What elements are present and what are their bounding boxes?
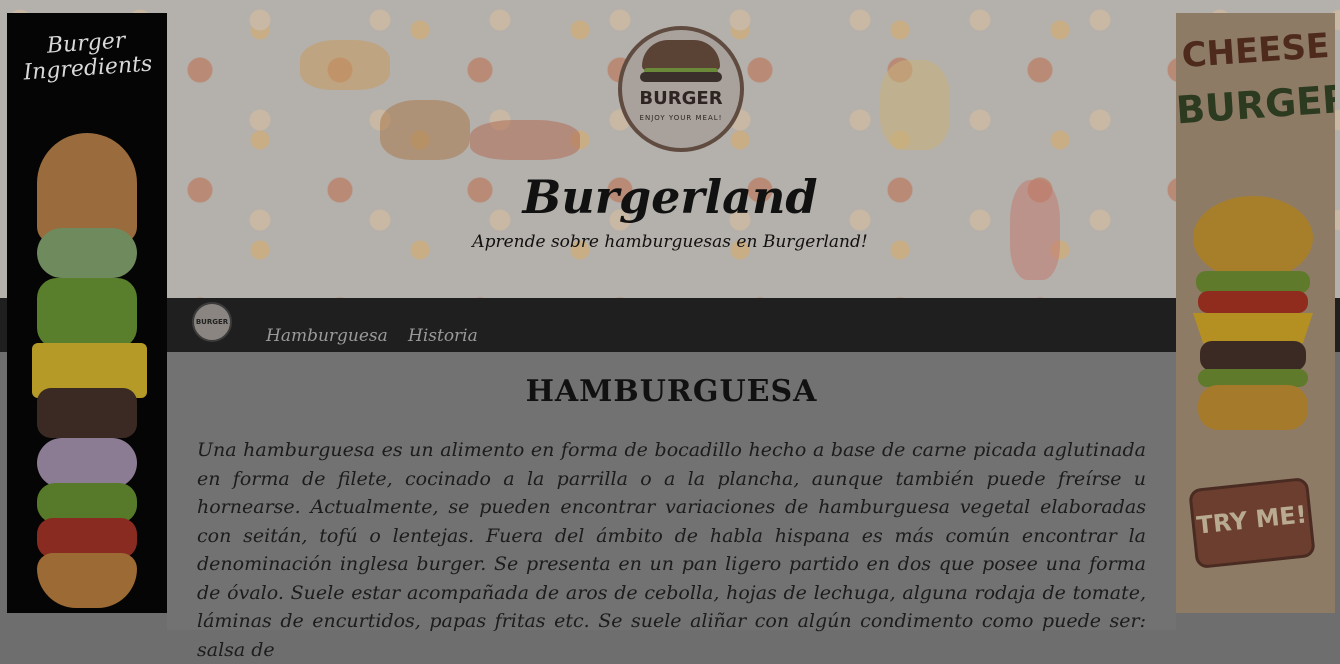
site-tagline: Aprende sobre hamburguesas en Burgerland… [472, 232, 868, 252]
ingredient-lettuce-2 [37, 483, 137, 523]
cheeseburger-icon [1193, 196, 1313, 430]
logo-bun-icon [642, 40, 720, 70]
nav-logo-icon[interactable]: BURGER [192, 302, 232, 342]
site-title: Burgerland [522, 170, 818, 224]
left-ad-title: Burger Ingredients [22, 28, 154, 86]
try-me-button[interactable]: TRY ME! [1188, 476, 1316, 570]
right-ad-title-line2: BURGER [1176, 76, 1335, 133]
ingredient-cucumber [37, 228, 137, 278]
ingredient-bun-bottom [37, 553, 137, 608]
ingredient-tomato [37, 518, 137, 558]
food-pattern-drink [1010, 180, 1060, 280]
right-ad-title-line1: CHEESE [1180, 25, 1331, 77]
section-title: HAMBURGUESA [525, 374, 818, 409]
ingredient-bun-top [37, 133, 137, 243]
navbar: BURGER Hamburguesa Historia [0, 298, 1340, 352]
ingredient-onion [37, 438, 137, 488]
nav-item-historia[interactable]: Historia [408, 326, 478, 346]
ingredient-lettuce [37, 278, 137, 348]
main-content: HAMBURGUESA Una hamburguesa es un alimen… [167, 352, 1176, 661]
ingredient-patty [37, 388, 137, 438]
logo-text: BURGER [639, 88, 723, 109]
food-pattern-pizza [300, 40, 390, 90]
food-pattern-fries [880, 60, 950, 150]
logo-patty-icon [640, 72, 722, 82]
logo-subtext: ENJOY YOUR MEAL! [639, 114, 723, 122]
burger-logo[interactable]: BURGER ENJOY YOUR MEAL! [618, 26, 744, 152]
right-ad-banner[interactable]: CHEESE BURGER TRY ME! [1176, 13, 1335, 613]
header-banner: BURGER ENJOY YOUR MEAL! Burgerland Apren… [0, 0, 1340, 298]
food-pattern-burger [380, 100, 470, 160]
nav-item-hamburguesa[interactable]: Hamburguesa [266, 326, 388, 346]
food-pattern-hotdog [470, 120, 580, 160]
left-ad-banner[interactable]: Burger Ingredients [7, 13, 167, 613]
